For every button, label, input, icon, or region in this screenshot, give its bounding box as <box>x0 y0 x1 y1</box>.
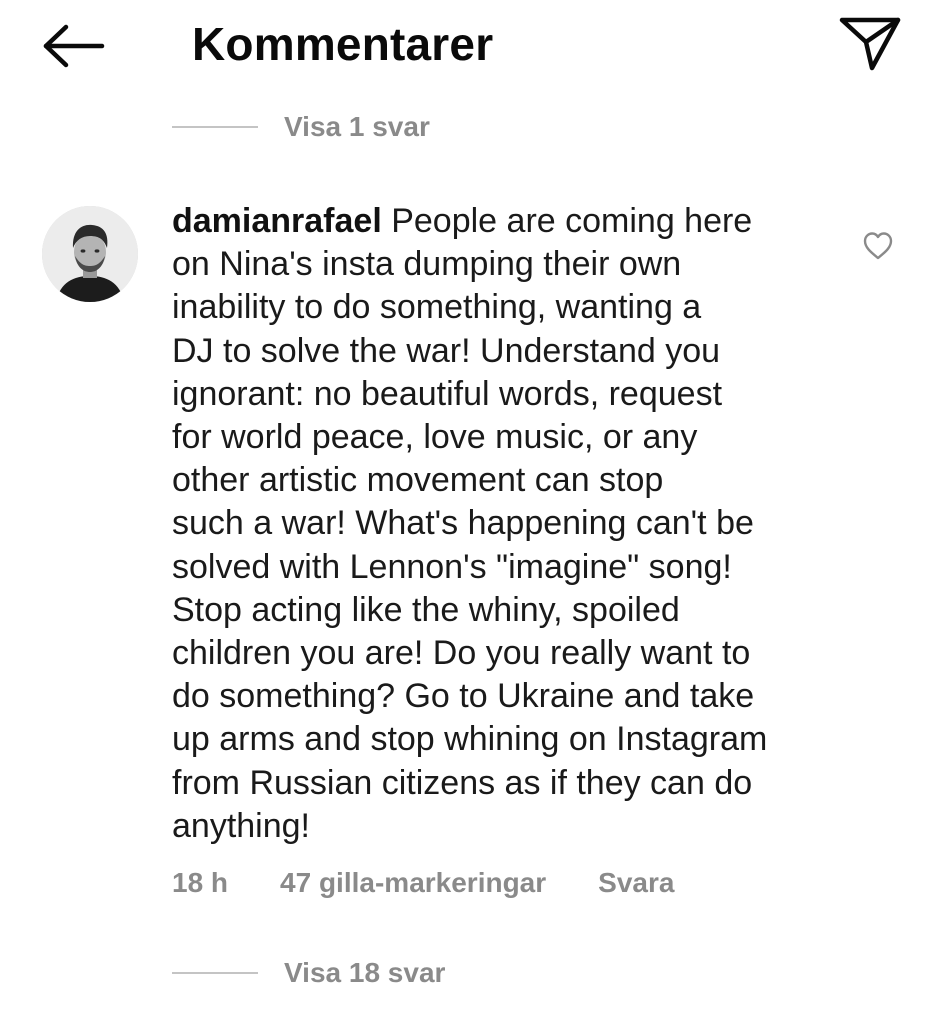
replies-divider <box>172 126 258 128</box>
comment-line: up arms and stop whining on Instagram <box>172 720 768 759</box>
comment-line: damianrafael People are coming here <box>172 200 832 243</box>
comment-line: for world peace, love music, or any <box>172 418 698 457</box>
comment-like-count[interactable]: 47 gilla-markeringar <box>280 867 546 899</box>
share-button[interactable] <box>838 14 902 72</box>
comment-line: solved with Lennon's "imagine" song! <box>172 547 732 586</box>
comment-line: on Nina's insta dumping their own <box>172 245 682 284</box>
replies-divider <box>172 972 258 974</box>
comment-timestamp: 18 h <box>172 867 229 898</box>
avatar[interactable] <box>42 206 138 302</box>
arrow-left-icon <box>43 24 105 68</box>
comment-line: from Russian citizens as if they can do <box>172 763 753 802</box>
comment-meta: 18 h 47 gilla-markeringar Svara <box>172 862 674 904</box>
reply-button[interactable]: Svara <box>598 867 674 899</box>
comment-line: children you are! Do you really want to <box>172 634 751 673</box>
comment-line: do something? Go to Ukraine and take <box>172 677 755 716</box>
like-button[interactable] <box>862 230 894 262</box>
view-replies-label: Visa 18 svar <box>284 957 446 988</box>
comment-username[interactable]: damianrafael <box>172 202 382 240</box>
comment-line: Stop acting like the whiny, spoiled <box>172 590 680 629</box>
page-title: Kommentarer <box>192 18 494 70</box>
comment-line: DJ to solve the war! Understand you <box>172 331 721 370</box>
view-replies-label: Visa 1 svar <box>284 111 430 142</box>
view-replies-top[interactable]: Visa 1 svar <box>172 107 430 147</box>
paper-plane-icon <box>839 17 901 71</box>
comment-line: anything! <box>172 806 310 845</box>
comment-line-text: People are coming here <box>391 202 753 240</box>
back-button[interactable] <box>40 22 108 70</box>
heart-outline-icon <box>863 232 893 260</box>
view-replies-bottom[interactable]: Visa 18 svar <box>172 953 445 993</box>
header-bar: Kommentarer <box>0 0 952 90</box>
comment-line: such a war! What's happening can't be <box>172 504 754 543</box>
comment-line: ignorant: no beautiful words, request <box>172 374 723 413</box>
comment-line: inability to do something, wanting a <box>172 288 702 327</box>
comment-line: other artistic movement can stop <box>172 461 664 500</box>
comments-screen: Kommentarer Visa 1 svar damianrafael Peo… <box>0 0 952 1024</box>
profile-photo <box>42 206 138 302</box>
comment-text: damianrafael People are coming here on N… <box>172 200 832 848</box>
